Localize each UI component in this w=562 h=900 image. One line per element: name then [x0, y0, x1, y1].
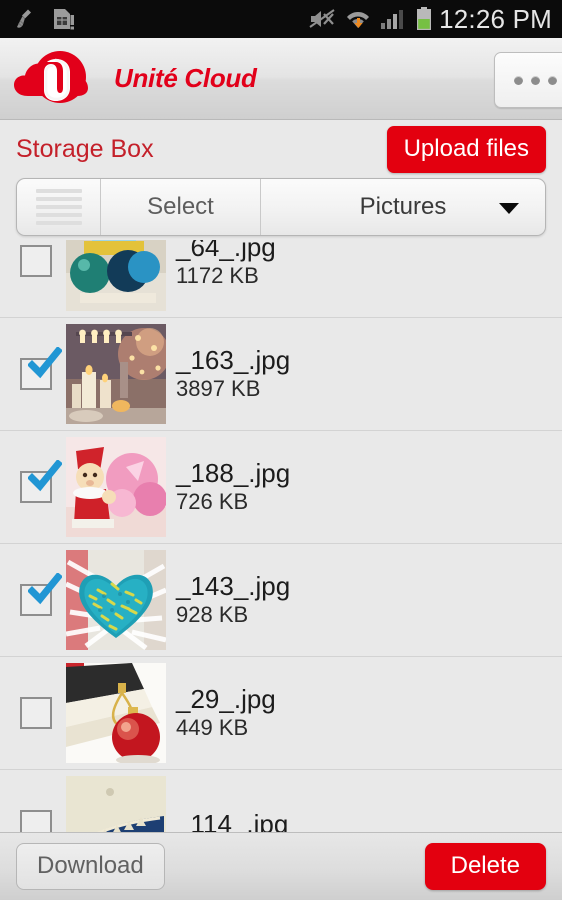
status-bar-clock: 12:26 PM	[439, 3, 552, 34]
file-thumbnail	[66, 324, 166, 424]
thumb-boat-blue	[66, 776, 166, 832]
file-size: 3897 KB	[176, 376, 261, 402]
overflow-dot-icon	[547, 75, 557, 85]
file-name: _114_.jpg	[176, 809, 289, 832]
file-size: 1172 KB	[176, 263, 259, 289]
checkmark-icon	[28, 347, 62, 379]
overflow-menu-button[interactable]	[494, 52, 562, 108]
list-view-line	[35, 221, 82, 225]
wifi-download-icon	[345, 7, 371, 31]
list-view-line	[35, 197, 82, 201]
cloud-u-icon	[14, 50, 88, 103]
table-row[interactable]: _64_.jpg 1172 KB	[0, 240, 562, 318]
row-checkbox[interactable]	[20, 245, 52, 277]
file-name: _143_.jpg	[176, 571, 291, 602]
file-size: 928 KB	[176, 602, 249, 628]
download-button[interactable]: Download	[16, 843, 165, 890]
battery-icon	[415, 6, 433, 32]
file-list-inner: _64_.jpg 1172 KB _163_.jpg 3897 KB _188_…	[0, 240, 562, 832]
file-info: _114_.jpg	[176, 810, 288, 832]
overflow-dot-icon	[513, 75, 523, 85]
status-bar-right-icons	[308, 6, 433, 32]
app-header: Unité Cloud	[0, 38, 562, 120]
list-view-line	[35, 189, 82, 193]
page-title-row: Storage Box Upload files	[0, 120, 562, 178]
thumb-ornaments-teal	[66, 240, 166, 311]
table-row[interactable]: _163_.jpg 3897 KB	[0, 318, 562, 431]
broom-cleaner-icon	[14, 7, 38, 31]
thumb-candles-warm	[66, 324, 166, 424]
file-size: 726 KB	[176, 489, 249, 515]
list-view-line	[35, 205, 82, 209]
file-info: _163_.jpg 3897 KB	[176, 346, 290, 402]
row-checkbox[interactable]	[20, 573, 62, 616]
overflow-dot-icon	[530, 75, 540, 85]
file-size: 449 KB	[176, 715, 249, 741]
thumb-bauble-red	[66, 663, 166, 763]
row-checkbox[interactable]	[20, 460, 62, 503]
delete-button[interactable]: Delete	[424, 843, 546, 890]
file-name: _188_.jpg	[176, 458, 291, 489]
status-bar-left-icons	[14, 6, 76, 32]
checkmark-icon	[28, 573, 62, 605]
folder-picker[interactable]: Pictures	[261, 179, 545, 235]
thumb-santa-pink	[66, 437, 166, 537]
select-button[interactable]: Select	[101, 179, 261, 235]
checkmark-icon	[28, 460, 62, 492]
file-info: _29_.jpg 449 KB	[176, 685, 276, 741]
brand-name: Unité Cloud	[114, 63, 257, 93]
bottom-action-bar: Download Delete	[0, 832, 562, 900]
table-row[interactable]: _29_.jpg 449 KB	[0, 657, 562, 770]
chevron-down-icon	[499, 203, 519, 214]
file-thumbnail	[66, 437, 166, 537]
row-checkbox[interactable]	[20, 810, 52, 832]
page-title: Storage Box	[16, 134, 154, 163]
status-bar: 12:26 PM	[0, 0, 562, 38]
file-info: _64_.jpg 1172 KB	[176, 240, 276, 289]
file-thumbnail	[66, 550, 166, 650]
app-screen: 12:26 PM Unité Cloud Storage Box Upload …	[0, 0, 562, 900]
table-row[interactable]: _188_.jpg 726 KB	[0, 431, 562, 544]
mute-icon	[308, 7, 336, 31]
table-row[interactable]: _143_.jpg 928 KB	[0, 544, 562, 657]
file-name: _64_.jpg	[176, 240, 276, 263]
row-checkbox[interactable]	[20, 697, 52, 729]
unite-cloud-logo: Unité Cloud	[14, 48, 257, 110]
list-view-line	[35, 213, 82, 217]
file-thumbnail	[66, 663, 166, 763]
table-row[interactable]: _114_.jpg	[0, 770, 562, 832]
file-info: _143_.jpg 928 KB	[176, 572, 290, 628]
upload-files-button[interactable]: Upload files	[386, 125, 546, 173]
file-thumbnail	[66, 776, 166, 832]
view-toolbar: Select Pictures	[16, 178, 546, 236]
file-thumbnail	[66, 240, 166, 311]
sim-card-alert-icon	[50, 6, 76, 32]
file-name: _163_.jpg	[176, 345, 291, 376]
folder-picker-label: Pictures	[359, 193, 447, 220]
row-checkbox[interactable]	[20, 347, 62, 390]
file-name: _29_.jpg	[176, 684, 276, 715]
signal-bars-icon	[380, 7, 406, 31]
list-view-icon[interactable]	[17, 179, 101, 235]
thumb-heart-teal	[66, 550, 166, 650]
file-list[interactable]: _64_.jpg 1172 KB _163_.jpg 3897 KB _188_…	[0, 240, 562, 832]
file-info: _188_.jpg 726 KB	[176, 459, 290, 515]
